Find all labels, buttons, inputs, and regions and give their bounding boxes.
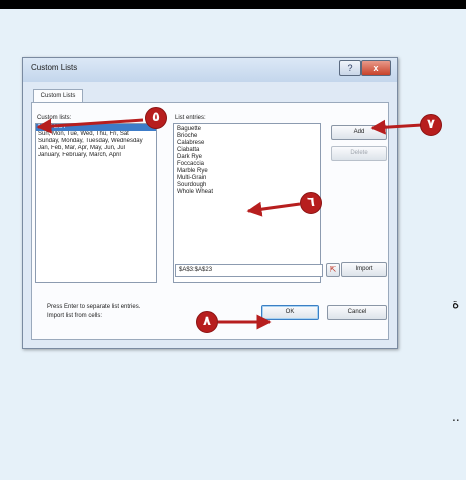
side-text-dots: .. (452, 410, 460, 424)
callout-step5: ٥ (145, 107, 167, 129)
callout-step8: ٨ (196, 311, 218, 333)
callout-step7: ٧ (420, 114, 442, 136)
arrow-step5 (36, 118, 144, 134)
callout-arrows (36, 118, 423, 330)
arrow-step7 (370, 119, 423, 135)
callout-step6: ٦ (300, 192, 322, 214)
side-text-mark: ة (452, 296, 460, 312)
arrow-step6 (246, 201, 301, 217)
